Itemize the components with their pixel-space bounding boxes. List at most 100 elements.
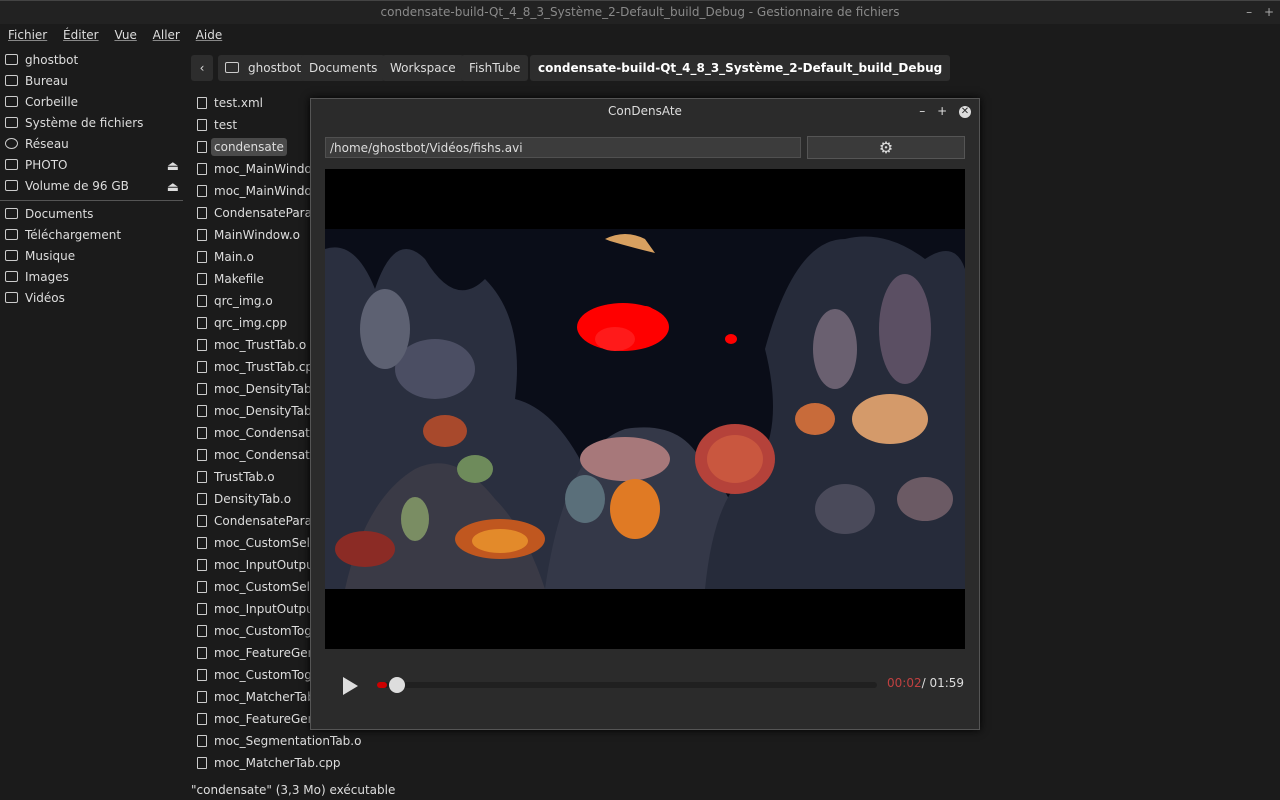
menu-aller[interactable]: Aller — [153, 28, 180, 42]
file-icon — [197, 493, 207, 505]
file-name: moc_MatcherTab.cpp — [214, 756, 341, 770]
file-name: Makefile — [214, 272, 264, 286]
file-icon — [197, 383, 207, 395]
file-name: moc_CustomSelec — [214, 580, 324, 594]
window-controls: – + — [1238, 1, 1274, 23]
file-icon — [197, 515, 207, 527]
breadcrumb-ghostbot[interactable]: ghostbot — [218, 55, 310, 81]
sidebar-item-videos[interactable]: Vidéos — [0, 288, 183, 309]
seek-bar[interactable] — [377, 677, 877, 693]
menu-fichier[interactable]: Fichier — [8, 28, 47, 42]
file-name: moc_MainWindow — [214, 184, 322, 198]
seek-progress — [377, 682, 387, 688]
minimize-button[interactable]: – — [1246, 5, 1252, 19]
file-name: moc_InputOutput — [214, 558, 319, 572]
file-name: moc_CondensateF — [214, 448, 325, 462]
sidebar-item-telechargement[interactable]: Téléchargement — [0, 225, 183, 246]
seek-handle[interactable] — [389, 677, 405, 693]
home-folder-icon — [225, 62, 239, 73]
file-icon — [197, 603, 207, 615]
menu-aide[interactable]: Aide — [196, 28, 223, 42]
drive-icon — [5, 117, 18, 128]
file-name: test — [214, 118, 238, 132]
sidebar-item-volume[interactable]: Volume de 96 GB ⏏ — [0, 176, 183, 197]
file-icon — [197, 207, 207, 219]
play-icon[interactable] — [343, 677, 358, 695]
sidebar-item-documents[interactable]: Documents — [0, 204, 183, 225]
breadcrumb-fishtube[interactable]: FishTube — [461, 55, 529, 81]
file-icon — [197, 471, 207, 483]
menu-editer[interactable]: Éditer — [63, 28, 99, 42]
file-icon — [197, 141, 207, 153]
sidebar-item-label: Documents — [25, 207, 94, 221]
sidebar-item-images[interactable]: Images — [0, 267, 183, 288]
file-name: moc_CustomTogg — [214, 624, 320, 638]
file-icon — [197, 427, 207, 439]
dialog-maximize-button[interactable]: + — [937, 104, 947, 118]
drive-icon — [5, 159, 18, 170]
file-icon — [197, 691, 207, 703]
file-name: moc_FeatureGene — [214, 646, 323, 660]
file-icon — [197, 713, 207, 725]
file-icon — [197, 449, 207, 461]
window-title: condensate-build-Qt_4_8_3_Système_2-Defa… — [380, 5, 900, 19]
file-name: condensate — [211, 138, 287, 156]
file-icon — [197, 735, 207, 747]
file-name: moc_TrustTab.o — [214, 338, 307, 352]
breadcrumb-current[interactable]: condensate-build-Qt_4_8_3_Système_2-Defa… — [530, 55, 951, 81]
eject-icon[interactable]: ⏏ — [167, 156, 179, 177]
maximize-button[interactable]: + — [1264, 5, 1274, 19]
dialog-titlebar: ConDensAte – + ✕ — [311, 99, 979, 123]
sidebar-item-photo[interactable]: PHOTO ⏏ — [0, 155, 183, 176]
file-icon — [197, 339, 207, 351]
sidebar-item-bureau[interactable]: Bureau — [0, 71, 183, 92]
file-icon — [197, 669, 207, 681]
file-row[interactable]: moc_SegmentationTab.o — [191, 730, 1280, 752]
time-current: 00:02 — [887, 676, 922, 690]
file-name: moc_MatcherTab. — [214, 690, 319, 704]
dialog-close-button[interactable]: ✕ — [959, 105, 971, 118]
sidebar-item-systeme[interactable]: Système de fichiers — [0, 113, 183, 134]
desktop-icon — [5, 75, 18, 86]
breadcrumb-workspace[interactable]: Workspace — [382, 55, 464, 81]
file-name: moc_CustomTogg — [214, 668, 320, 682]
file-icon — [197, 185, 207, 197]
file-icon — [197, 361, 207, 373]
breadcrumb-documents[interactable]: Documents — [301, 55, 386, 81]
file-name: moc_MainWindow — [214, 162, 322, 176]
file-icon — [197, 537, 207, 549]
sidebar-item-label: Système de fichiers — [25, 116, 144, 130]
file-name: moc_FeatureGene — [214, 712, 323, 726]
file-name: CondensateParam — [214, 514, 324, 528]
file-name: moc_CustomSelec — [214, 536, 324, 550]
sidebar-item-reseau[interactable]: Réseau — [0, 134, 183, 155]
settings-button[interactable]: ⚙ — [807, 136, 965, 159]
sidebar-item-musique[interactable]: Musique — [0, 246, 183, 267]
time-display: 00:02/ 01:59 — [887, 676, 964, 690]
file-icon — [197, 625, 207, 637]
file-icon — [197, 581, 207, 593]
home-folder-icon — [5, 54, 18, 65]
sidebar-item-ghostbot[interactable]: ghostbot — [0, 50, 183, 71]
video-path-input[interactable] — [325, 137, 801, 158]
file-row[interactable]: moc_MatcherTab.cpp — [191, 752, 1280, 774]
file-name: TrustTab.o — [214, 470, 275, 484]
menubar: Fichier Éditer Vue Aller Aide — [0, 24, 1280, 46]
sidebar-item-corbeille[interactable]: Corbeille — [0, 92, 183, 113]
breadcrumb-label: ghostbot — [248, 61, 302, 75]
folder-icon — [5, 229, 18, 240]
folder-icon — [5, 250, 18, 261]
eject-icon[interactable]: ⏏ — [167, 177, 179, 198]
network-icon — [5, 138, 18, 149]
file-name: DensityTab.o — [214, 492, 292, 506]
folder-icon — [5, 208, 18, 219]
file-icon — [197, 251, 207, 263]
file-name: moc_InputOutput — [214, 602, 319, 616]
dialog-minimize-button[interactable]: – — [919, 104, 925, 118]
file-name: moc_CondensateF — [214, 426, 325, 440]
file-name: moc_TrustTab.cpp — [214, 360, 321, 374]
menu-vue[interactable]: Vue — [114, 28, 136, 42]
file-name: moc_DensityTab.c — [214, 404, 322, 418]
file-icon — [197, 273, 207, 285]
back-button[interactable]: ‹ — [191, 55, 213, 81]
